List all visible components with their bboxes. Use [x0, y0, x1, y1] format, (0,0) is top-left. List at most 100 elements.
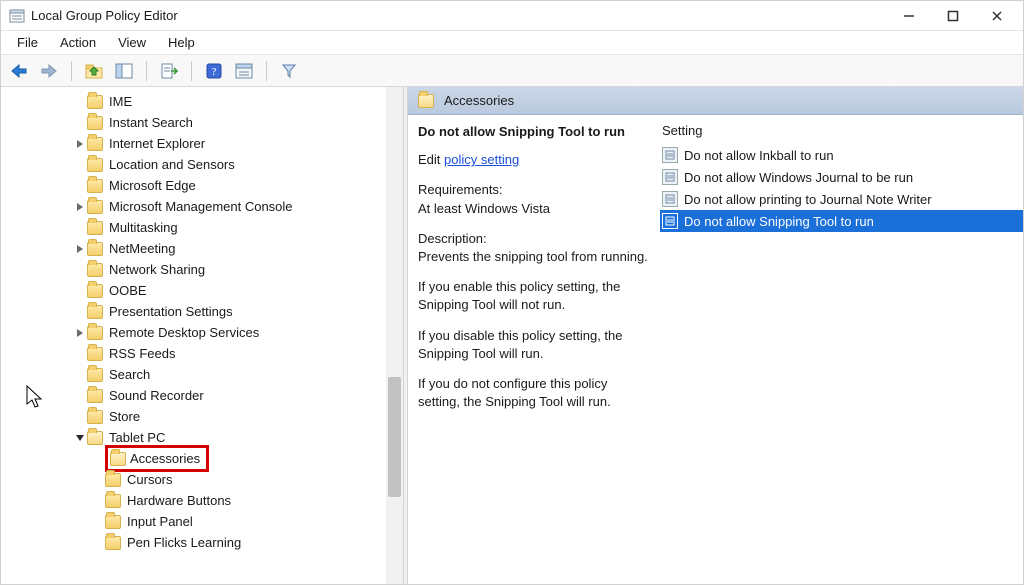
detail-header: Accessories — [408, 87, 1023, 115]
app-icon — [9, 8, 25, 24]
folder-icon — [87, 221, 103, 235]
tree-item[interactable]: OOBE — [1, 280, 403, 301]
folder-icon — [87, 95, 103, 109]
tree-item[interactable]: Input Panel — [1, 511, 403, 532]
tree-item-label: Accessories — [130, 448, 200, 469]
folder-icon — [87, 200, 103, 214]
settings-column-header[interactable]: Setting — [660, 123, 1023, 138]
setting-item[interactable]: Do not allow Windows Journal to be run — [660, 166, 1023, 188]
folder-icon — [87, 263, 103, 277]
toolbar-separator — [146, 61, 147, 81]
policy-tree[interactable]: IMEInstant SearchInternet ExplorerLocati… — [1, 87, 403, 557]
export-list-button[interactable] — [157, 59, 181, 83]
tree-item[interactable]: Microsoft Edge — [1, 175, 403, 196]
tree-item[interactable]: Store — [1, 406, 403, 427]
requirements-value: At least Windows Vista — [418, 200, 648, 218]
scrollbar-thumb[interactable] — [388, 377, 401, 497]
tree-item[interactable]: Sound Recorder — [1, 385, 403, 406]
tree-item-label: Microsoft Edge — [109, 175, 196, 196]
setting-item[interactable]: Do not allow Snipping Tool to run — [660, 210, 1023, 232]
detail-header-label: Accessories — [444, 93, 514, 108]
tree-item-label: Remote Desktop Services — [109, 322, 259, 343]
tree-item[interactable]: NetMeeting — [1, 238, 403, 259]
chevron-right-icon[interactable] — [73, 329, 87, 337]
forward-button[interactable] — [37, 59, 61, 83]
description-text-1: Prevents the snipping tool from running. — [418, 248, 648, 266]
tree-item[interactable]: Multitasking — [1, 217, 403, 238]
requirements-label: Requirements: — [418, 181, 648, 199]
policy-setting-icon — [662, 169, 678, 185]
tree-item-label: Pen Flicks Learning — [127, 532, 241, 553]
folder-icon — [105, 473, 121, 487]
setting-item[interactable]: Do not allow printing to Journal Note Wr… — [660, 188, 1023, 210]
menu-view[interactable]: View — [108, 33, 156, 52]
setting-item[interactable]: Do not allow Inkball to run — [660, 144, 1023, 166]
properties-button[interactable] — [232, 59, 256, 83]
tree-item[interactable]: Remote Desktop Services — [1, 322, 403, 343]
description-text-3: If you disable this policy setting, the … — [418, 327, 648, 363]
maximize-button[interactable] — [931, 2, 975, 30]
filter-button[interactable] — [277, 59, 301, 83]
toolbar-separator — [266, 61, 267, 81]
menu-help[interactable]: Help — [158, 33, 205, 52]
main-split: IMEInstant SearchInternet ExplorerLocati… — [1, 87, 1023, 584]
up-button[interactable] — [82, 59, 106, 83]
tree-item-label: Sound Recorder — [109, 385, 204, 406]
window-frame: Local Group Policy Editor File Action Vi… — [0, 0, 1024, 585]
chevron-right-icon[interactable] — [73, 140, 87, 148]
policy-setting-icon — [662, 147, 678, 163]
svg-text:?: ? — [212, 66, 217, 78]
folder-icon — [87, 284, 103, 298]
tree-item[interactable]: Internet Explorer — [1, 133, 403, 154]
tree-item-label: Hardware Buttons — [127, 490, 231, 511]
description-text-4: If you do not configure this policy sett… — [418, 375, 648, 411]
folder-icon — [105, 515, 121, 529]
tree-item[interactable]: Microsoft Management Console — [1, 196, 403, 217]
chevron-down-icon[interactable] — [73, 434, 87, 442]
tree-item-label: RSS Feeds — [109, 343, 175, 364]
tree-item[interactable]: Accessories — [1, 448, 403, 469]
description-label: Description: — [418, 230, 648, 248]
tree-item[interactable]: RSS Feeds — [1, 343, 403, 364]
toolbar: ? — [1, 55, 1023, 87]
show-hide-tree-button[interactable] — [112, 59, 136, 83]
tree-item-label: Location and Sensors — [109, 154, 235, 175]
folder-icon — [87, 431, 103, 445]
toolbar-separator — [71, 61, 72, 81]
tree-item[interactable]: Presentation Settings — [1, 301, 403, 322]
tree-item[interactable]: Network Sharing — [1, 259, 403, 280]
chevron-right-icon[interactable] — [73, 245, 87, 253]
menu-bar: File Action View Help — [1, 31, 1023, 55]
folder-icon — [87, 347, 103, 361]
detail-pane: Accessories Do not allow Snipping Tool t… — [408, 87, 1023, 584]
back-button[interactable] — [7, 59, 31, 83]
menu-action[interactable]: Action — [50, 33, 106, 52]
tree-item-label: Microsoft Management Console — [109, 196, 293, 217]
tree-item[interactable]: Search — [1, 364, 403, 385]
tree-item[interactable]: Hardware Buttons — [1, 490, 403, 511]
tree-item[interactable]: Location and Sensors — [1, 154, 403, 175]
folder-icon — [87, 389, 103, 403]
folder-icon — [87, 158, 103, 172]
policy-setting-icon — [662, 213, 678, 229]
folder-icon — [87, 179, 103, 193]
edit-policy-link[interactable]: policy setting — [444, 152, 519, 167]
tree-item-label: Internet Explorer — [109, 133, 205, 154]
minimize-button[interactable] — [887, 2, 931, 30]
close-button[interactable] — [975, 2, 1019, 30]
chevron-right-icon[interactable] — [73, 203, 87, 211]
tree-item-label: NetMeeting — [109, 238, 175, 259]
window-title: Local Group Policy Editor — [31, 8, 178, 23]
policy-description: Do not allow Snipping Tool to run Edit p… — [418, 123, 648, 584]
tree-item[interactable]: Instant Search — [1, 112, 403, 133]
tree-item[interactable]: IME — [1, 91, 403, 112]
folder-icon — [87, 137, 103, 151]
help-button[interactable]: ? — [202, 59, 226, 83]
tree-item[interactable]: Pen Flicks Learning — [1, 532, 403, 553]
tree-scrollbar[interactable] — [386, 87, 403, 584]
tree-item-label: Cursors — [127, 469, 173, 490]
menu-file[interactable]: File — [7, 33, 48, 52]
setting-item-label: Do not allow Inkball to run — [684, 148, 834, 163]
tree-item-label: Multitasking — [109, 217, 178, 238]
tree-item[interactable]: Cursors — [1, 469, 403, 490]
